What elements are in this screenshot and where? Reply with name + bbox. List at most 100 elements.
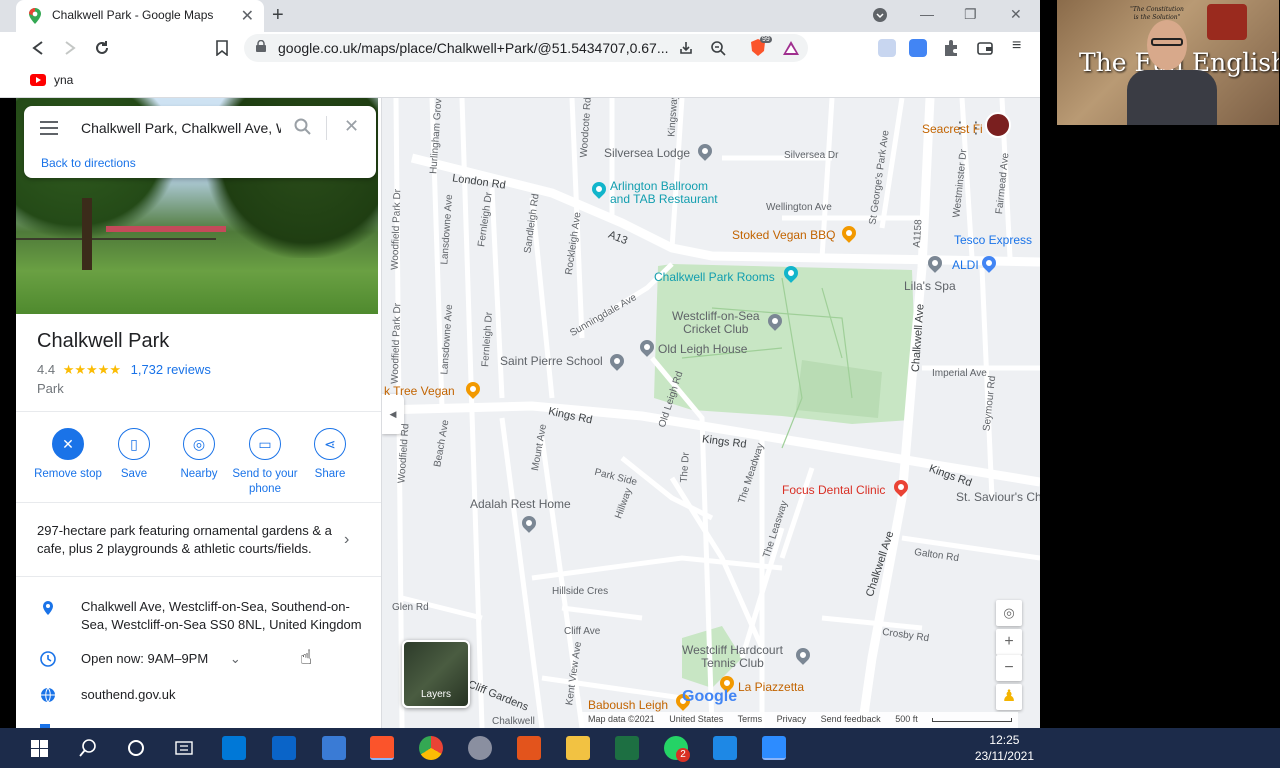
wallet-icon[interactable] xyxy=(976,39,994,57)
place-label[interactable]: Chalkwell Park Rooms xyxy=(654,270,775,284)
tab-google-maps[interactable]: Chalkwell Park - Google Maps ✕ xyxy=(16,0,264,32)
place-label[interactable]: La Piazzetta xyxy=(738,680,804,694)
map-canvas[interactable]: ◀ London Rd A13 Kings Rd Kings Rd Kings … xyxy=(382,98,1040,728)
share-button[interactable]: ⋖ Share xyxy=(295,428,365,482)
toolbar: google.co.uk/maps/place/Chalkwell+Park/@… xyxy=(0,32,1040,64)
street-label: The Dr xyxy=(678,451,692,484)
back-icon[interactable] xyxy=(32,41,44,55)
search-icon[interactable] xyxy=(294,118,312,136)
hours-text[interactable]: Open now: 9AM–9PM ⌄ xyxy=(81,650,366,668)
install-icon[interactable] xyxy=(678,40,694,56)
address-bar[interactable]: google.co.uk/maps/place/Chalkwell+Park/@… xyxy=(244,34,808,62)
vivaldi-icon[interactable] xyxy=(468,736,492,760)
brave-rewards-icon[interactable] xyxy=(782,39,800,57)
place-label[interactable]: Baboush Leigh xyxy=(588,698,668,712)
translate-icon[interactable] xyxy=(909,39,927,57)
system-clock[interactable]: 12:25 23/11/2021 xyxy=(975,732,1034,764)
send-to-phone-button[interactable]: ▭ Send to your phone xyxy=(230,428,300,497)
place-type[interactable]: Park xyxy=(37,381,64,396)
extensions-puzzle-icon[interactable] xyxy=(942,39,960,57)
privacy-link[interactable]: Privacy xyxy=(777,714,807,724)
zoom-out-button[interactable]: − xyxy=(996,655,1022,681)
website-link[interactable]: southend.gov.uk xyxy=(81,686,366,704)
back-to-directions-link[interactable]: Back to directions xyxy=(41,156,136,170)
bookmark-yna[interactable]: yna xyxy=(54,73,73,87)
place-label[interactable]: k Tree Vegan xyxy=(384,384,455,398)
zoom-app-icon[interactable] xyxy=(762,736,786,760)
close-icon[interactable]: ✕ xyxy=(241,6,254,26)
place-label[interactable]: Lila's Spa xyxy=(904,279,956,293)
divider xyxy=(16,411,381,412)
place-label[interactable]: Saint Pierre School xyxy=(500,354,603,368)
my-location-button[interactable]: ◎ xyxy=(996,600,1022,626)
place-label[interactable]: Old Leigh House xyxy=(658,342,747,356)
search-icon[interactable] xyxy=(79,739,97,757)
account-avatar[interactable] xyxy=(985,112,1011,138)
restore-icon[interactable]: ❐ xyxy=(964,6,977,23)
place-label[interactable]: ALDI xyxy=(952,258,979,272)
place-label[interactable]: Westcliff-on-Sea Cricket Club xyxy=(672,310,760,336)
nearby-button[interactable]: ◎ Nearby xyxy=(164,428,234,482)
place-label[interactable]: Stoked Vegan BBQ xyxy=(732,228,835,242)
map-data-text: Map data ©2021 xyxy=(588,714,655,724)
minimize-icon[interactable]: — xyxy=(920,6,934,22)
region-link[interactable]: United States xyxy=(669,714,723,724)
layers-button[interactable]: Layers xyxy=(402,640,470,708)
send-feedback-link[interactable]: Send feedback xyxy=(821,714,881,724)
terms-link[interactable]: Terms xyxy=(738,714,763,724)
action-label: Nearby xyxy=(180,468,218,480)
new-tab-icon[interactable]: + xyxy=(272,4,284,27)
webcam-overlay: "The Constitution is the Solution" The F… xyxy=(1057,0,1279,125)
search-divider xyxy=(326,116,327,140)
menu-icon[interactable] xyxy=(40,121,58,135)
save-button[interactable]: ▯ Save xyxy=(99,428,169,482)
remove-stop-button[interactable]: ✕ Remove stop xyxy=(33,428,103,482)
place-label[interactable]: Adalah Rest Home xyxy=(470,497,571,511)
zoom-icon[interactable] xyxy=(710,40,726,56)
brave-icon[interactable] xyxy=(370,736,394,760)
chevron-right-icon[interactable]: › xyxy=(344,531,349,549)
reload-icon[interactable] xyxy=(94,40,110,56)
extension-owl-icon[interactable] xyxy=(878,39,896,57)
street-label: Silversea Dr xyxy=(784,150,839,161)
office-icon[interactable] xyxy=(517,736,541,760)
webcam-glasses xyxy=(1151,38,1183,46)
folder-icon[interactable] xyxy=(566,736,590,760)
bookmark-page-icon[interactable] xyxy=(216,40,228,56)
screen: Chalkwell Park - Google Maps ✕ + — ❐ ✕ g… xyxy=(0,0,1280,768)
zoom-in-button[interactable]: + xyxy=(996,629,1022,655)
window-close-icon[interactable]: ✕ xyxy=(1010,6,1022,23)
star-rating-icon: ★★★★★ xyxy=(62,362,121,377)
task-view-icon[interactable] xyxy=(175,739,193,757)
scale-label[interactable]: 500 ft xyxy=(895,714,918,724)
excel-icon[interactable] xyxy=(615,736,639,760)
notification-badge: 2 xyxy=(676,748,690,762)
file-icon[interactable] xyxy=(322,736,346,760)
address-text[interactable]: Chalkwell Ave, Westcliff-on-Sea, Southen… xyxy=(81,598,366,634)
search-input[interactable]: Chalkwell Park, Chalkwell Ave, We xyxy=(81,120,281,136)
place-label[interactable]: Focus Dental Clinic xyxy=(782,483,885,497)
reviews-link[interactable]: 1,732 reviews xyxy=(131,362,211,377)
windows-start-icon[interactable] xyxy=(31,740,48,757)
place-label[interactable]: St. Saviour's Ch xyxy=(956,490,1040,504)
google-maps-icon xyxy=(29,8,41,24)
place-label[interactable]: Arlington Ballroom and TAB Restaurant xyxy=(610,180,718,206)
mail-icon[interactable] xyxy=(272,736,296,760)
place-description[interactable]: 297-hectare park featuring ornamental ga… xyxy=(37,522,337,558)
place-panel: Chalkwell Park, Chalkwell Ave, We ✕ Back… xyxy=(16,98,382,728)
browser-menu-icon[interactable]: ≡ xyxy=(1012,37,1021,55)
pegman-icon[interactable]: ♟ xyxy=(996,684,1022,710)
clear-search-icon[interactable]: ✕ xyxy=(344,116,359,137)
place-label[interactable]: Tesco Express xyxy=(954,233,1032,247)
forward-icon[interactable] xyxy=(64,41,76,55)
place-label[interactable]: Westcliff Hardcourt Tennis Club xyxy=(682,644,783,670)
store-icon[interactable] xyxy=(222,736,246,760)
street-label: Glen Rd xyxy=(392,602,429,613)
photos-icon[interactable] xyxy=(713,736,737,760)
clock-time: 12:25 xyxy=(989,733,1020,747)
profile-menu-icon[interactable] xyxy=(873,8,887,22)
cortana-icon[interactable] xyxy=(127,739,145,757)
place-label[interactable]: Silversea Lodge xyxy=(604,146,690,160)
chrome-icon[interactable] xyxy=(419,736,443,760)
chevron-down-icon[interactable]: ⌄ xyxy=(230,651,241,666)
